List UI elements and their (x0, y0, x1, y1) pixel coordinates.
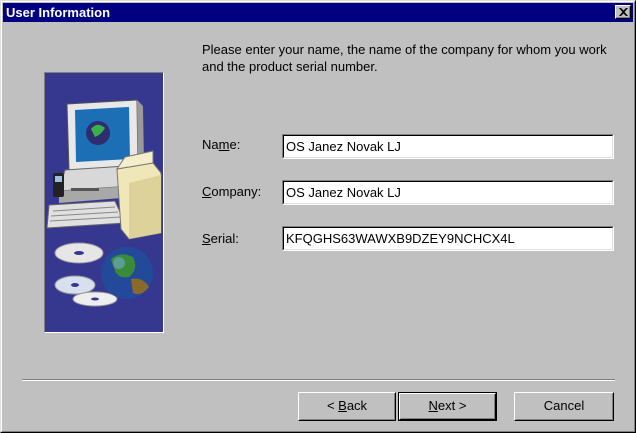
setup-illustration (44, 72, 164, 333)
company-field[interactable]: OS Janez Novak LJ (282, 180, 614, 205)
name-field[interactable]: OS Janez Novak LJ (282, 134, 614, 159)
back-button[interactable]: < Back (298, 392, 396, 421)
user-information-dialog: User Information Please enter your name,… (0, 0, 636, 433)
close-icon (619, 8, 628, 16)
window-title: User Information (6, 5, 111, 20)
computer-illustration (46, 99, 162, 307)
intro-text: Please enter your name, the name of the … (202, 42, 607, 74)
serial-label: Serial: (202, 231, 239, 246)
cancel-button[interactable]: Cancel (514, 392, 614, 421)
serial-field[interactable]: KFQGHS63WAWXB9DZEY9NCHCX4L (282, 226, 614, 251)
name-label: Name: (202, 137, 241, 152)
company-label: Company: (202, 184, 262, 199)
next-button[interactable]: Next > (398, 392, 497, 421)
divider (22, 379, 615, 381)
close-button[interactable] (615, 5, 631, 19)
title-bar[interactable]: User Information (3, 3, 633, 22)
